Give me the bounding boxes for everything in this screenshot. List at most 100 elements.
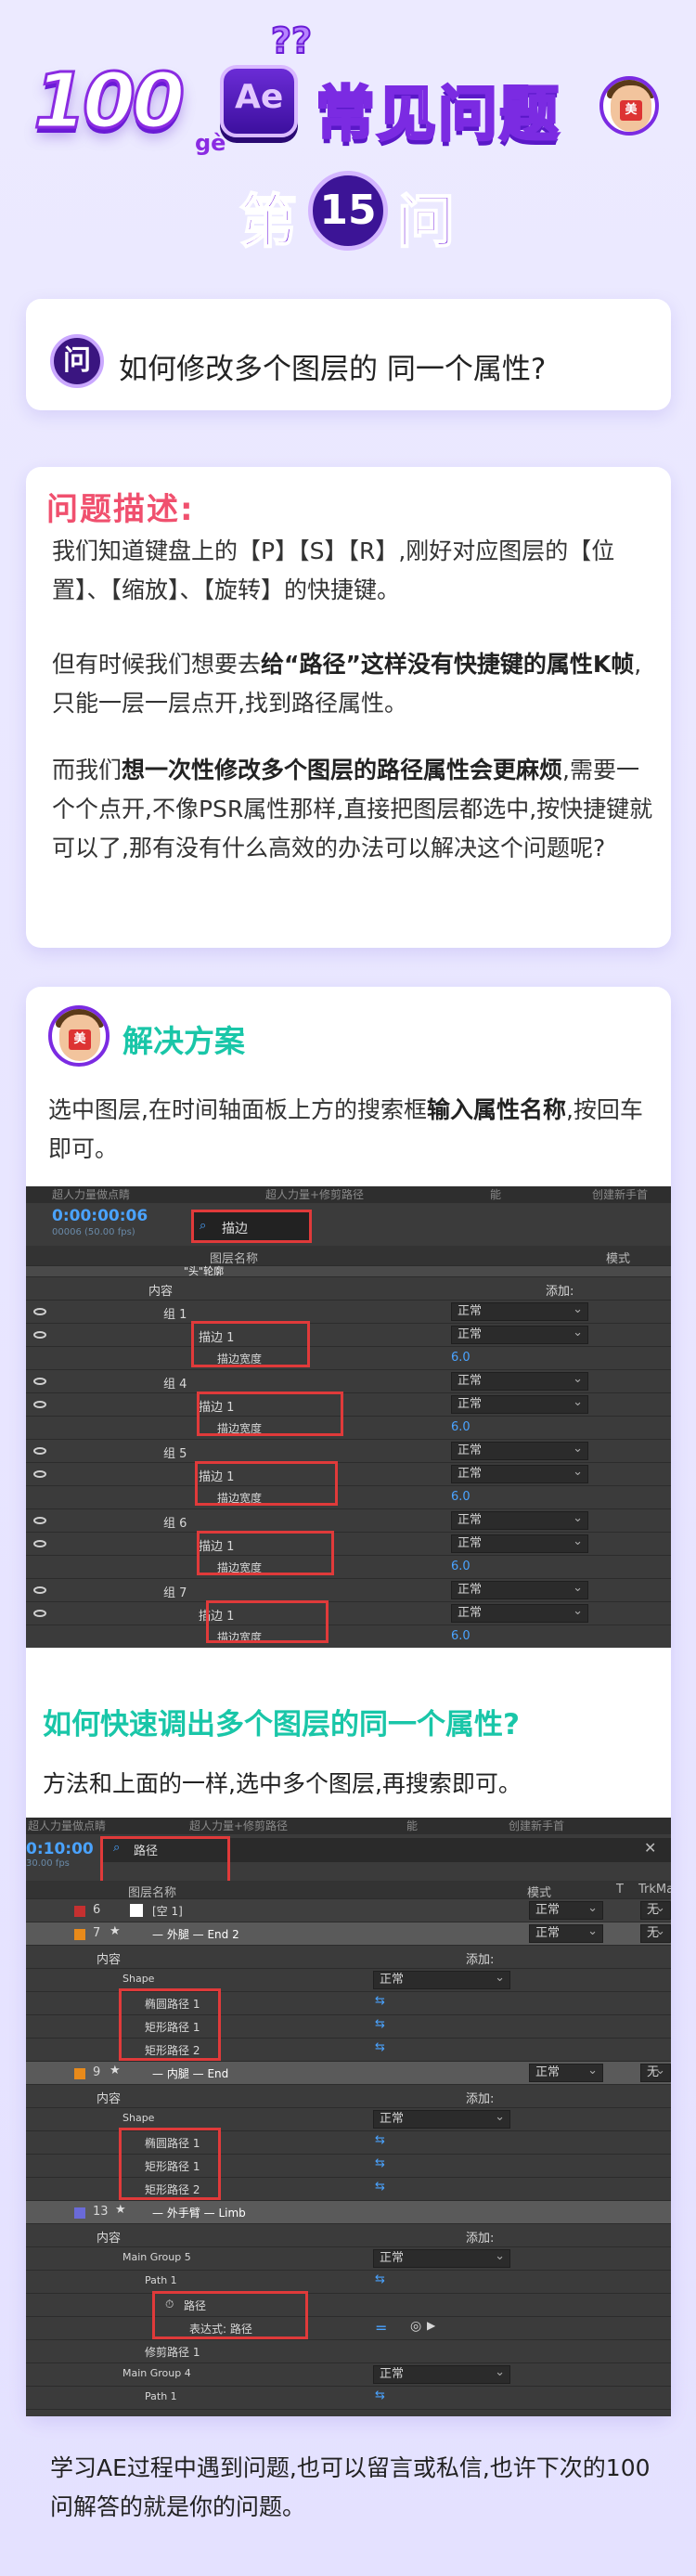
layer-row[interactable]: "头"轮廓 — [26, 1265, 671, 1277]
issue-prefix: 第 — [238, 187, 298, 256]
blend-mode-select[interactable]: 正常 — [529, 1900, 603, 1920]
layer-row[interactable]: 13 ★ — 外手臂 — Limb — [26, 2201, 671, 2224]
timecode[interactable]: 0:10:00 — [26, 1840, 94, 1858]
blend-mode-select[interactable]: 正常 — [451, 1580, 588, 1599]
search-input[interactable]: ⌕ 描边 — [191, 1210, 312, 1243]
content-row[interactable]: 内容 添加: — [26, 2224, 671, 2247]
stroke-row[interactable]: 描边 1 正常 — [26, 1602, 671, 1625]
link-icon[interactable]: ⇆ — [375, 2133, 385, 2147]
path-prop-row[interactable]: ⏱ 路径 — [26, 2294, 671, 2317]
description-p1: 我们知道键盘上的【P】【S】【R】,刚好对应图层的【位置】、【缩放】、【旋转】的… — [52, 537, 615, 603]
eye-icon[interactable] — [33, 1610, 46, 1617]
equals-icon[interactable]: = — [375, 2319, 387, 2337]
path-group-row[interactable]: Path 1 ⇆ — [26, 2271, 671, 2294]
eye-icon[interactable] — [33, 1540, 46, 1547]
group-row[interactable]: 组 5 正常 — [26, 1440, 671, 1463]
subtime: 30.00 fps — [26, 1858, 70, 1869]
footer-text: 学习AE过程中遇到问题,也可以留言或私信,也许下次的100问解答的就是你的问题。 — [50, 2454, 651, 2520]
stroke-row[interactable]: 描边 1 正常 — [26, 1533, 671, 1556]
ae-timeline-panel-2: 超人力量做点睛 超人力量+修剪路径 能 创建新手首 0:10:00 30.00 … — [26, 1818, 671, 2416]
eye-icon[interactable] — [33, 1470, 46, 1478]
graph-icon[interactable]: ◎ — [410, 2319, 421, 2334]
star-icon: ★ — [115, 2203, 126, 2217]
blend-mode-select[interactable]: 正常 — [451, 1394, 588, 1414]
comp-tab[interactable]: 超人力量+修剪路径 — [189, 1818, 288, 1833]
blend-mode-select[interactable]: 正常 — [451, 1603, 588, 1623]
question-marks-icon: ?? — [270, 19, 313, 62]
comp-tab[interactable]: 超人力量做点睛 — [52, 1186, 130, 1202]
blend-mode-select[interactable]: 正常 — [451, 1464, 588, 1483]
group-row[interactable]: 组 6 正常 — [26, 1509, 671, 1533]
comp-tab[interactable]: 能 — [406, 1818, 418, 1833]
blend-mode-select[interactable]: 正常 — [451, 1301, 588, 1321]
layer-row[interactable]: 7 ★ — 外腿 — End 2 正常 无 — [26, 1922, 671, 1946]
quick-title: 如何快速调出多个图层的同一个属性? — [43, 1708, 520, 1741]
label-color — [74, 1906, 85, 1917]
content-row[interactable]: 内容 添加: — [26, 2085, 671, 2108]
trim-row[interactable]: 修剪路径 1 — [26, 2340, 671, 2363]
question-icon: 问 — [50, 334, 104, 388]
blend-mode-select[interactable]: 正常 — [451, 1325, 588, 1344]
link-icon[interactable]: ⇆ — [375, 2272, 385, 2286]
eye-icon[interactable] — [33, 1447, 46, 1455]
play-icon[interactable]: ▶ — [427, 2319, 435, 2332]
highlight-box — [206, 1600, 329, 1643]
comp-tab[interactable]: 超人力量+修剪路径 — [265, 1186, 364, 1202]
stroke-width-row[interactable]: 描边宽度 6.0 — [26, 1556, 671, 1579]
eye-icon[interactable] — [33, 1331, 46, 1339]
issue-suffix: 问 — [396, 187, 456, 256]
group-row[interactable]: 组 7 正常 — [26, 1579, 671, 1602]
stroke-width-row[interactable]: 描边宽度 6.0 — [26, 1625, 671, 1648]
eye-icon[interactable] — [33, 1586, 46, 1594]
layer-row[interactable]: 6 [空 1] 正常 无 — [26, 1899, 671, 1922]
eye-icon[interactable] — [33, 1517, 46, 1524]
blend-mode-select[interactable]: 正常 — [451, 1441, 588, 1460]
highlight-box — [119, 1988, 221, 2061]
expression-row[interactable]: 表达式: 路径 = ◎ ▶ — [26, 2317, 671, 2340]
group-row[interactable]: 组 4 正常 — [26, 1370, 671, 1393]
link-icon[interactable]: ⇆ — [375, 2040, 385, 2054]
group-row[interactable]: Main Group 4 正常 — [26, 2363, 671, 2387]
comp-tab[interactable]: 创建新手首 — [592, 1186, 648, 1202]
link-icon[interactable]: ⇆ — [375, 2388, 385, 2402]
quick-text: 方法和上面的一样,选中多个图层,再搜索即可。 — [43, 1770, 522, 1797]
eye-icon[interactable] — [33, 1378, 46, 1385]
stroke-width-row[interactable]: 描边宽度 6.0 — [26, 1417, 671, 1440]
ae-timeline-panel-1: 超人力量做点睛 超人力量+修剪路径 能 创建新手首 0:00:00:06 000… — [26, 1186, 671, 1648]
eye-icon[interactable] — [33, 1401, 46, 1408]
stroke-row[interactable]: 描边 1 正常 — [26, 1324, 671, 1347]
timecode[interactable]: 0:00:00:06 — [52, 1207, 148, 1225]
blend-mode-select[interactable]: 正常 — [529, 1923, 603, 1943]
comp-tab[interactable]: 创建新手首 — [509, 1818, 564, 1833]
comp-tab[interactable]: 能 — [490, 1186, 501, 1202]
link-icon[interactable]: ⇆ — [375, 2156, 385, 2170]
stroke-width-row[interactable]: 描边宽度 6.0 — [26, 1486, 671, 1509]
stroke-width-row[interactable]: 描边宽度 6.0 — [26, 1347, 671, 1370]
blend-mode-select[interactable]: 正常 — [451, 1371, 588, 1391]
group-row[interactable]: Main Group 5 正常 — [26, 2247, 671, 2271]
null-icon — [130, 1904, 143, 1917]
stroke-row[interactable]: 描边 1 正常 — [26, 1393, 671, 1417]
group-row[interactable]: 组 1 正常 — [26, 1301, 671, 1324]
header-title: 常见问题 — [315, 80, 561, 151]
stroke-row[interactable]: 描边 1 正常 — [26, 1463, 671, 1486]
blend-mode-select[interactable]: 正常 — [451, 1534, 588, 1553]
highlight-box — [119, 2128, 221, 2200]
layer-row[interactable]: 9 ★ — 内腿 — End 正常 无 — [26, 2062, 671, 2085]
highlight-box — [195, 1461, 338, 1506]
blend-mode-select[interactable]: 正常 — [451, 1510, 588, 1530]
solution-title: 解决方案 — [122, 1023, 245, 1059]
close-icon[interactable]: ✕ — [644, 1839, 656, 1857]
eye-icon[interactable] — [33, 1308, 46, 1315]
link-icon[interactable]: ⇆ — [375, 2017, 385, 2031]
content-row[interactable]: 内容 添加: — [26, 1277, 671, 1301]
link-icon[interactable]: ⇆ — [375, 1994, 385, 2008]
subtime: 00006 (50.00 fps) — [52, 1227, 135, 1237]
link-icon[interactable]: ⇆ — [375, 2180, 385, 2194]
content-row[interactable]: 内容 添加: — [26, 1946, 671, 1969]
question-card: 问 如何修改多个图层的 同一个属性? — [26, 299, 671, 410]
add-button[interactable]: 添加: — [546, 1281, 574, 1299]
comp-tab[interactable]: 超人力量做点睛 — [28, 1818, 106, 1833]
label-color — [74, 2068, 85, 2079]
path-group-row[interactable]: Path 1 ⇆ — [26, 2387, 671, 2410]
